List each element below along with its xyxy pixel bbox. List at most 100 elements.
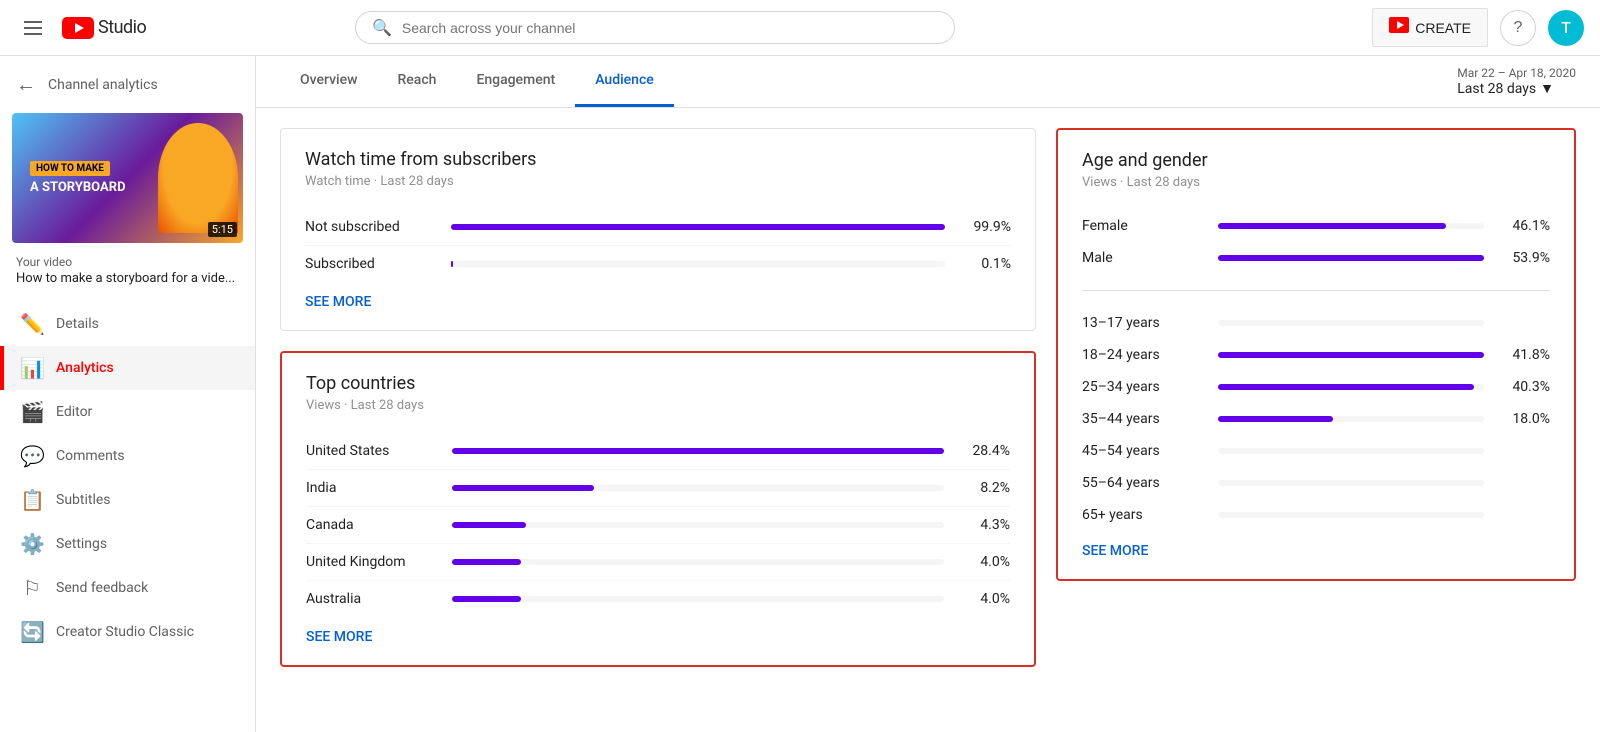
australia-bar	[452, 596, 521, 602]
watch-time-card: Watch time from subscribers Watch time ·…	[280, 128, 1036, 331]
subscribed-bar	[451, 261, 453, 267]
person-shape	[158, 123, 238, 233]
classic-icon: 🔄	[20, 620, 44, 644]
help-button[interactable]: ?	[1500, 10, 1536, 46]
not-subscribed-value: 99.9%	[961, 219, 1011, 235]
tabs-row: Overview Reach Engagement Audience Mar 2…	[256, 56, 1600, 108]
editor-label: Editor	[56, 404, 92, 420]
content-area: Watch time from subscribers Watch time ·…	[256, 108, 1600, 707]
top-countries-title: Top countries	[306, 373, 1010, 394]
sidebar-item-subtitles[interactable]: 📋 Subtitles	[0, 478, 255, 522]
age-13-17-track	[1218, 320, 1484, 326]
search-bar[interactable]: 🔍	[355, 11, 955, 44]
avatar[interactable]: T	[1548, 10, 1584, 46]
sidebar-item-analytics[interactable]: 📊 Analytics	[0, 346, 255, 390]
bar-row-india: India 8.2%	[306, 470, 1010, 507]
uk-track	[452, 559, 944, 565]
age-55-64-label: 55–64 years	[1082, 475, 1202, 491]
classic-label: Creator Studio Classic	[56, 624, 194, 640]
tab-audience[interactable]: Audience	[575, 56, 674, 107]
age-row-13-17: 13–17 years	[1082, 307, 1550, 339]
tab-overview[interactable]: Overview	[280, 56, 377, 107]
female-label: Female	[1082, 218, 1202, 234]
analytics-label: Analytics	[56, 360, 114, 376]
sidebar-back[interactable]: ← Channel analytics	[0, 56, 255, 113]
uk-label: United Kingdom	[306, 554, 436, 570]
date-range-value[interactable]: Last 28 days ▼	[1457, 80, 1576, 97]
age-row-35-44: 35–44 years 18.0%	[1082, 403, 1550, 435]
feedback-icon: ⚐	[20, 576, 44, 600]
age-45-54-track	[1218, 448, 1484, 454]
male-label: Male	[1082, 250, 1202, 266]
canada-bar	[452, 522, 526, 528]
subscribed-label: Subscribed	[305, 256, 435, 272]
bar-row-australia: Australia 4.0%	[306, 581, 1010, 617]
top-countries-see-more[interactable]: SEE MORE	[306, 617, 372, 645]
us-label: United States	[306, 443, 436, 459]
sidebar-item-settings[interactable]: ⚙️ Settings	[0, 522, 255, 566]
age-gender-see-more[interactable]: SEE MORE	[1082, 531, 1148, 559]
watch-time-title: Watch time from subscribers	[305, 149, 1011, 170]
sidebar-item-editor[interactable]: 🎬 Editor	[0, 390, 255, 434]
age-35-44-track	[1218, 416, 1484, 422]
settings-icon: ⚙️	[20, 532, 44, 556]
uk-bar	[452, 559, 521, 565]
age-18-24-value: 41.8%	[1500, 347, 1550, 363]
male-value: 53.9%	[1500, 250, 1550, 266]
australia-value: 4.0%	[960, 591, 1010, 607]
gender-age-divider	[1082, 290, 1550, 291]
header-right: CREATE ? T	[1372, 8, 1584, 47]
youtube-icon	[62, 17, 94, 39]
age-18-24-label: 18–24 years	[1082, 347, 1202, 363]
header-left: Studio	[16, 13, 146, 43]
age-25-34-label: 25–34 years	[1082, 379, 1202, 395]
not-subscribed-label: Not subscribed	[305, 219, 435, 235]
india-value: 8.2%	[960, 480, 1010, 496]
your-video-label: Your video	[0, 251, 255, 269]
sidebar-item-classic[interactable]: 🔄 Creator Studio Classic	[0, 610, 255, 654]
age-18-24-track	[1218, 352, 1484, 358]
logo[interactable]: Studio	[62, 17, 146, 39]
feedback-label: Send feedback	[56, 580, 148, 596]
age-13-17-label: 13–17 years	[1082, 315, 1202, 331]
search-input[interactable]	[402, 20, 938, 36]
sidebar-nav: ✏️ Details 📊 Analytics 🎬 Editor 💬 Commen…	[0, 302, 255, 654]
settings-label: Settings	[56, 536, 107, 552]
male-track	[1218, 255, 1484, 261]
male-bar	[1218, 255, 1484, 261]
age-35-44-label: 35–44 years	[1082, 411, 1202, 427]
create-button[interactable]: CREATE	[1372, 8, 1488, 47]
dropdown-arrow-icon: ▼	[1540, 80, 1554, 97]
avatar-letter: T	[1561, 18, 1571, 37]
age-row-18-24: 18–24 years 41.8%	[1082, 339, 1550, 371]
watch-time-subtitle: Watch time · Last 28 days	[305, 174, 1011, 189]
australia-label: Australia	[306, 591, 436, 607]
subtitles-icon: 📋	[20, 488, 44, 512]
main-content: Overview Reach Engagement Audience Mar 2…	[256, 56, 1600, 732]
sidebar-item-feedback[interactable]: ⚐ Send feedback	[0, 566, 255, 610]
watch-time-see-more[interactable]: SEE MORE	[305, 282, 371, 310]
subtitles-label: Subtitles	[56, 492, 111, 508]
tab-reach[interactable]: Reach	[377, 56, 456, 107]
top-countries-card: Top countries Views · Last 28 days Unite…	[280, 351, 1036, 667]
sidebar-item-comments[interactable]: 💬 Comments	[0, 434, 255, 478]
bar-row-canada: Canada 4.3%	[306, 507, 1010, 544]
age-65plus-label: 65+ years	[1082, 507, 1202, 523]
editor-icon: 🎬	[20, 400, 44, 424]
female-bar	[1218, 223, 1446, 229]
back-arrow-icon: ←	[16, 72, 36, 97]
comments-icon: 💬	[20, 444, 44, 468]
us-track	[452, 448, 944, 454]
tab-engagement[interactable]: Engagement	[456, 56, 575, 107]
video-thumbnail[interactable]: HOW TO MAKE A STORYBOARD 5:15	[12, 113, 243, 243]
thumb-duration: 5:15	[208, 222, 237, 237]
top-countries-subtitle: Views · Last 28 days	[306, 398, 1010, 413]
right-panel: Age and gender Views · Last 28 days Fema…	[1056, 128, 1576, 687]
gender-row-female: Female 46.1%	[1082, 210, 1550, 242]
age-18-24-bar	[1218, 352, 1484, 358]
canada-track	[452, 522, 944, 528]
india-track	[452, 485, 944, 491]
search-icon: 🔍	[372, 18, 392, 37]
hamburger-menu[interactable]	[16, 13, 50, 43]
sidebar-item-details[interactable]: ✏️ Details	[0, 302, 255, 346]
